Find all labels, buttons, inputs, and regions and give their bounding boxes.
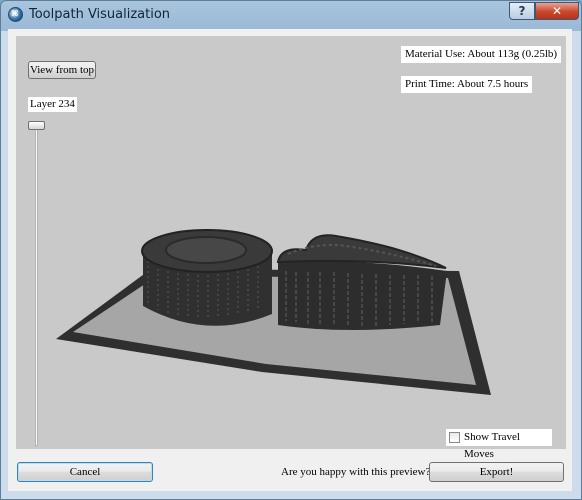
app-icon: ⌘ <box>8 7 23 22</box>
export-button[interactable]: Export! <box>429 462 564 482</box>
layer-label: Layer 234 <box>28 97 77 112</box>
toolpath-3d-model <box>56 229 491 395</box>
show-travel-moves-label: Show Travel Moves <box>464 431 520 460</box>
title-bar[interactable]: ⌘ Toolpath Visualization ? ✕ <box>1 1 581 29</box>
cylinder-top-inner <box>165 236 247 264</box>
layer-slider-track[interactable] <box>35 124 38 446</box>
window-title: Toolpath Visualization <box>29 7 171 22</box>
show-travel-moves-checkbox[interactable] <box>449 432 460 443</box>
close-button[interactable]: ✕ <box>535 2 579 20</box>
view-from-top-button[interactable]: View from top <box>28 61 96 79</box>
cancel-button[interactable]: Cancel <box>17 462 153 482</box>
preview-question: Are you happy with this preview? <box>281 466 431 478</box>
show-travel-moves-control[interactable]: Show Travel Moves <box>446 429 552 460</box>
print-time-readout: Print Time: About 7.5 hours <box>401 76 533 93</box>
help-button[interactable]: ? <box>509 2 535 20</box>
layer-slider-thumb[interactable] <box>28 121 45 130</box>
material-use-readout: Material Use: About 113g (0.25lb) <box>401 46 562 63</box>
